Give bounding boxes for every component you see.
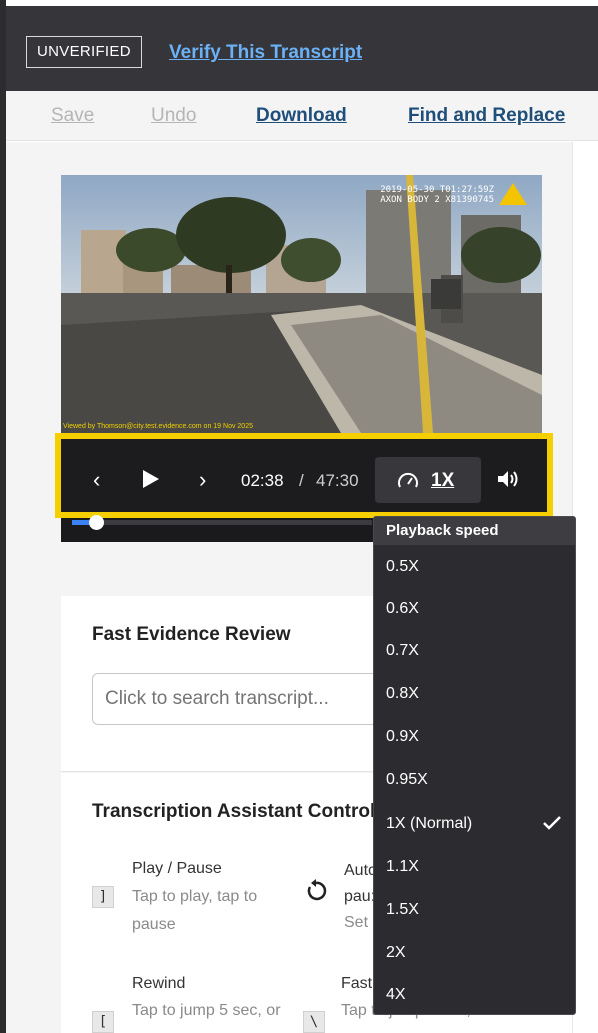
previous-icon[interactable]: ‹ <box>93 467 100 493</box>
speed-option[interactable]: 4X <box>386 986 406 1004</box>
undo-button[interactable]: Undo <box>151 105 196 127</box>
shortcut-title: Fast <box>341 975 373 992</box>
find-replace-button[interactable]: Find and Replace <box>408 105 565 127</box>
speed-option[interactable]: 2X <box>386 944 406 962</box>
time-separator: / <box>299 471 304 490</box>
speed-option[interactable]: 0.9X <box>386 728 419 746</box>
header-bar: UNVERIFIED Verify This Transcript <box>6 6 598 91</box>
speed-option[interactable]: 0.8X <box>386 685 419 703</box>
video-frame <box>61 175 542 433</box>
progress-fill <box>72 520 89 525</box>
duration: 47:30 <box>316 471 359 490</box>
shortcut-title: Rewind <box>132 975 186 992</box>
video-timestamp: 2019-05-30 T01:27:59Z AXON BODY 2 X81390… <box>380 185 494 205</box>
progress-bar[interactable] <box>72 520 372 525</box>
speed-option[interactable]: 1.5X <box>386 901 419 919</box>
save-button[interactable]: Save <box>51 105 94 127</box>
fast-review-title: Fast Evidence Review <box>92 624 291 645</box>
shortcut-key: [ <box>92 1011 114 1033</box>
volume-icon[interactable] <box>496 469 520 494</box>
verify-transcript-link[interactable]: Verify This Transcript <box>169 42 362 64</box>
video-watermark: Viewed by Thomson@city.test.evidence.com… <box>63 423 253 430</box>
status-badge: UNVERIFIED <box>26 36 142 68</box>
shortcut-desc: pau: <box>344 888 376 905</box>
assistant-title: Transcription Assistant Controls <box>92 801 386 822</box>
play-icon[interactable] <box>142 469 160 494</box>
next-icon[interactable]: › <box>199 467 206 493</box>
playback-speed-button[interactable]: 1X <box>375 457 481 503</box>
checkmark-icon <box>542 815 562 836</box>
auto-pause-icon <box>304 878 328 907</box>
shortcut-key: ] <box>92 886 114 908</box>
shortcut-key: \ <box>303 1011 325 1033</box>
speed-option[interactable]: 1.1X <box>386 858 419 876</box>
shortcut-desc: Tap to jump 5 sec, or <box>132 1002 281 1019</box>
progress-handle[interactable] <box>89 515 104 530</box>
speed-option[interactable]: 0.6X <box>386 600 419 618</box>
editor-toolbar: Save Undo Download Find and Replace <box>6 91 598 141</box>
player-controls: ‹ › 02:38 / 47:30 1X <box>69 447 539 511</box>
speed-label: 1X <box>431 470 455 491</box>
shortcut-desc: Set <box>344 914 369 931</box>
shortcut-title: Play / Pause <box>132 860 222 877</box>
shortcut-desc: Tap to play, tap to <box>132 888 258 905</box>
shortcut-desc: pause <box>132 916 176 933</box>
download-button[interactable]: Download <box>256 105 347 127</box>
speed-option[interactable]: 0.5X <box>386 558 419 576</box>
shortcut-title: Autc <box>344 862 377 879</box>
speedometer-icon <box>397 471 419 496</box>
speed-option-selected[interactable]: 1X (Normal) <box>386 815 472 833</box>
speed-option[interactable]: 0.95X <box>386 771 428 789</box>
speed-option[interactable]: 0.7X <box>386 642 419 660</box>
playback-speed-menu: Playback speed 0.5X 0.6X 0.7X 0.8X 0.9X … <box>373 516 576 1015</box>
menu-header: Playback speed <box>374 517 575 545</box>
current-time: 02:38 <box>241 471 284 490</box>
